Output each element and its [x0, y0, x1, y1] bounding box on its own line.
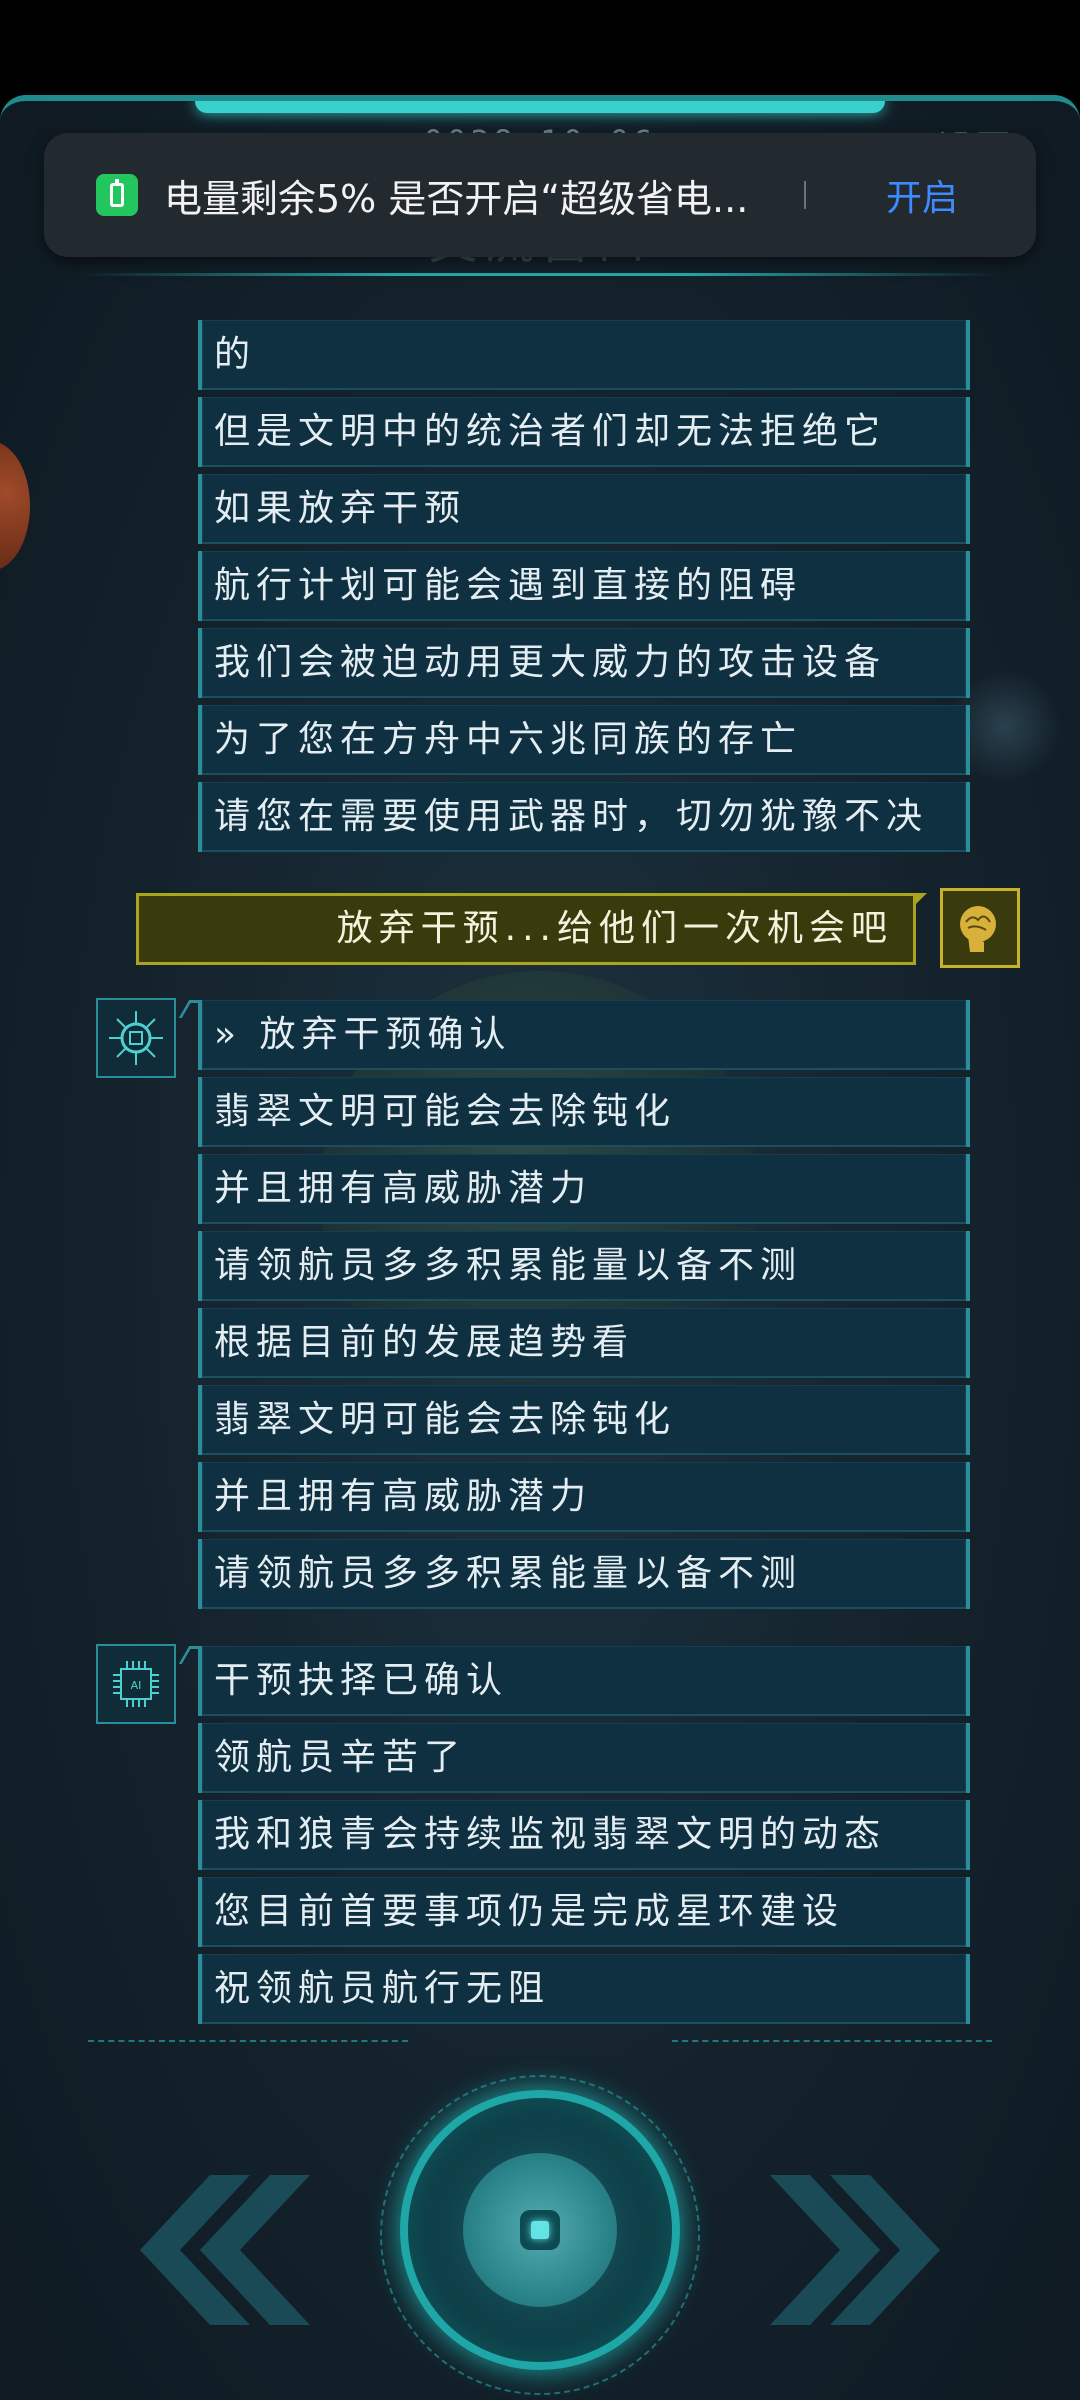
next-arrow-icon[interactable]	[760, 2175, 980, 2325]
dialog-line: 航行计划可能会遇到直接的阻碍	[198, 551, 970, 621]
dialog-line: 翡翠文明可能会去除钝化	[198, 1077, 970, 1147]
svg-text:AI: AI	[131, 1679, 142, 1692]
battery-icon	[96, 174, 138, 216]
dialog-line: 根据目前的发展趋势看	[198, 1308, 970, 1378]
status-bar	[0, 0, 1080, 95]
dialog-line: 领航员辛苦了	[198, 1723, 970, 1793]
dialog-line: 干预抉择已确认	[198, 1646, 970, 1716]
ai-chip-icon: AI	[113, 1661, 159, 1707]
dialog-line: 翡翠文明可能会去除钝化	[198, 1385, 970, 1455]
dialog-line: » 放弃干预确认	[198, 1000, 970, 1070]
top-frame-glow	[195, 101, 885, 113]
dialog-line: 如果放弃干预	[198, 474, 970, 544]
planet-decoration	[0, 441, 30, 571]
notification-divider	[804, 181, 806, 209]
brain-head-icon	[960, 906, 996, 952]
bottom-divider-right	[672, 2040, 992, 2042]
dialog-line: 但是文明中的统治者们却无法拒绝它	[198, 397, 970, 467]
dialog-line: 您目前首要事项仍是完成星环建设	[198, 1877, 970, 1947]
dialog-line: 的	[198, 320, 970, 390]
dialog-line: 我们会被迫动用更大威力的攻击设备	[198, 628, 970, 698]
header-divider	[80, 273, 1000, 276]
notification-message: 电量剩余5% 是否开启“超级省电...	[164, 176, 749, 221]
dialog-line: 请领航员多多积累能量以备不测	[198, 1539, 970, 1609]
dialog-line: 并且拥有高威胁潜力	[198, 1154, 970, 1224]
dialog-line: 祝领航员航行无阻	[198, 1954, 970, 2024]
player-choice[interactable]: 放弃干预...给他们一次机会吧	[136, 893, 916, 965]
enable-power-saving-button[interactable]: 开启	[886, 169, 958, 221]
ai-core-avatar	[96, 998, 176, 1078]
dialog-line: 我和狼青会持续监视翡翠文明的动态	[198, 1800, 970, 1870]
dialog-line: 请领航员多多积累能量以备不测	[198, 1231, 970, 1301]
player-avatar	[940, 888, 1020, 968]
stop-square-icon	[520, 2210, 560, 2250]
dialog-line: 为了您在方舟中六兆同族的存亡	[198, 705, 970, 775]
dialog-line: 请您在需要使用武器时，切勿犹豫不决	[198, 782, 970, 852]
dialog-line: 并且拥有高威胁潜力	[198, 1462, 970, 1532]
bottom-divider-left	[88, 2040, 408, 2042]
battery-notification[interactable]: 电量剩余5% 是否开启“超级省电... 开启	[44, 133, 1036, 257]
center-action-button[interactable]	[400, 2090, 680, 2370]
ai-chip-avatar: AI	[96, 1644, 176, 1724]
previous-arrow-icon[interactable]	[100, 2175, 320, 2325]
circuit-core-icon	[109, 1011, 163, 1065]
